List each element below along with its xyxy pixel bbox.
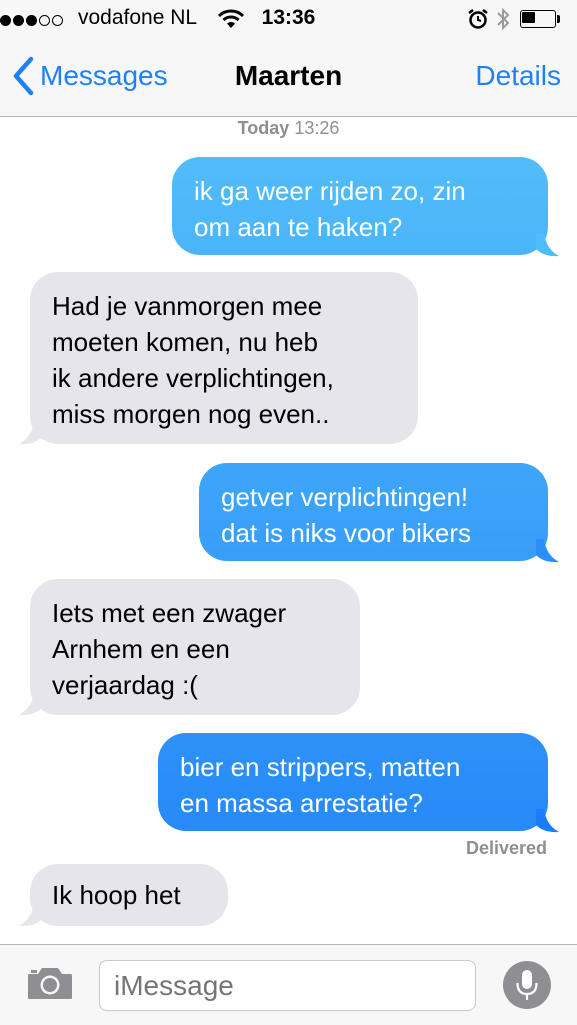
message-input[interactable] <box>99 960 476 1011</box>
details-button[interactable]: Details <box>475 60 561 92</box>
microphone-button[interactable] <box>503 961 551 1009</box>
delivered-status: Delivered <box>465 838 547 858</box>
bluetooth-icon <box>496 6 510 37</box>
message-bubble-incoming[interactable]: Had je vanmorgen mee moeten komen, nu he… <box>30 272 418 444</box>
timestamp-time: 13:26 <box>294 118 340 138</box>
bubble-tail <box>536 539 559 563</box>
timestamp-day: Today <box>237 118 290 138</box>
navigation-bar: Messages Maarten Details <box>0 40 577 117</box>
bubble-tail <box>536 809 559 833</box>
conversation-title: Maarten <box>234 60 343 91</box>
message-bubble-outgoing[interactable]: bier en strippers, matten en massa arres… <box>158 733 548 831</box>
bubble-tail <box>19 903 42 927</box>
microphone-icon <box>516 970 538 1000</box>
message-bubble-outgoing[interactable]: ik ga weer rijden zo, zin om aan te hake… <box>172 157 548 255</box>
carrier-name: vodafone NL <box>78 6 198 29</box>
alarm-icon <box>467 8 489 35</box>
back-button[interactable]: Messages <box>12 54 168 98</box>
chevron-left-icon <box>13 56 34 96</box>
camera-button[interactable] <box>26 965 74 1006</box>
back-button-label: Messages <box>40 60 168 91</box>
signal-strength-icon <box>0 12 65 28</box>
wifi-icon <box>217 9 245 34</box>
camera-icon <box>28 968 72 999</box>
message-bubble-incoming[interactable]: Iets met een zwager Arnhem en een verjaa… <box>30 579 360 715</box>
bubble-tail <box>536 233 559 257</box>
battery-icon <box>520 10 562 28</box>
thread-timestamp: Today 13:26 <box>0 118 577 139</box>
status-bar: vodafone NL 13:36 <box>0 0 577 40</box>
message-bubble-incoming[interactable]: Ik hoop het <box>30 864 228 926</box>
clock-time: 13:36 <box>261 6 316 29</box>
bubble-tail <box>19 692 42 716</box>
message-bubble-outgoing[interactable]: getver verplichtingen! dat is niks voor … <box>199 463 548 561</box>
bubble-tail <box>19 421 42 445</box>
message-input-bar <box>0 944 577 1025</box>
